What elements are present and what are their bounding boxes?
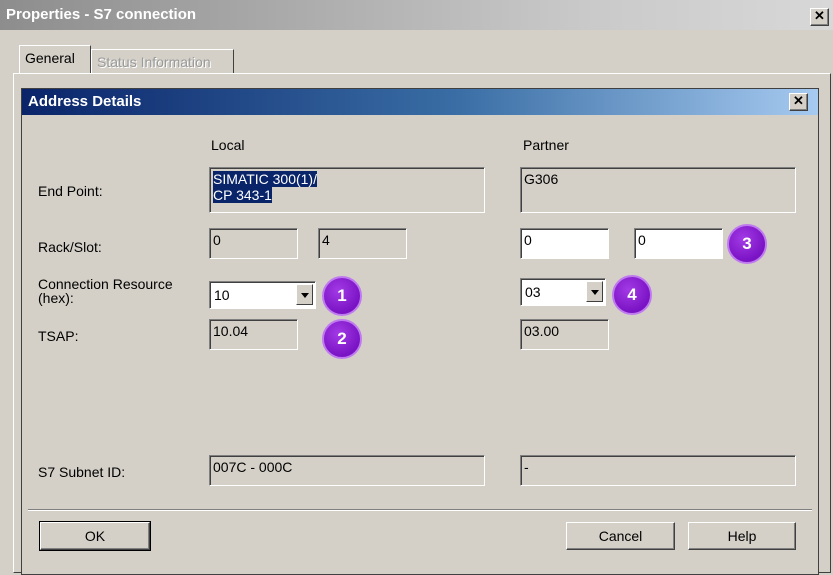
local-end-point-field[interactable]: SIMATIC 300(1)/ CP 343-1 [209, 167, 485, 213]
dialog-title: Address Details [28, 93, 142, 110]
local-subnet-id-field[interactable]: 007C - 000C [209, 455, 485, 486]
partner-connection-resource-value: 03 [525, 284, 541, 300]
dialog-titlebar [22, 89, 818, 115]
chevron-down-icon[interactable] [586, 281, 603, 302]
s7-subnet-id-label: S7 Subnet ID: [38, 464, 126, 480]
dialog-close-icon[interactable]: ✕ [789, 93, 808, 111]
partner-slot-input[interactable]: 0 [634, 228, 723, 259]
rack-slot-label: Rack/Slot: [38, 239, 102, 255]
address-details-dialog [21, 88, 819, 575]
local-slot-field[interactable]: 4 [318, 228, 407, 259]
column-header-partner: Partner [523, 137, 569, 153]
tab-general[interactable]: General [19, 45, 91, 73]
chevron-down-icon[interactable] [296, 284, 313, 305]
ok-button[interactable]: OK [39, 521, 151, 551]
connection-resource-label-line1: Connection Resource [38, 276, 173, 292]
local-rack-field[interactable]: 0 [209, 228, 298, 259]
column-header-local: Local [211, 137, 245, 153]
window-close-icon[interactable]: ✕ [810, 8, 829, 26]
local-connection-resource-value: 10 [214, 287, 230, 303]
local-connection-resource-select[interactable]: 10 [209, 281, 316, 309]
tab-status-information[interactable]: Status Information [91, 49, 234, 73]
partner-rack-input[interactable]: 0 [520, 228, 609, 259]
callout-badge-4: 4 [612, 275, 652, 315]
partner-subnet-id-field[interactable]: - [520, 455, 796, 486]
help-button[interactable]: Help [688, 522, 796, 550]
callout-badge-1: 1 [322, 276, 362, 316]
callout-badge-3: 3 [727, 224, 767, 264]
cancel-button[interactable]: Cancel [566, 522, 675, 550]
callout-badge-2: 2 [322, 319, 362, 359]
connection-resource-label: Connection Resource (hex): [38, 277, 173, 305]
window-title: Properties - S7 connection [6, 6, 197, 23]
end-point-label: End Point: [38, 183, 103, 199]
partner-tsap-field[interactable]: 03.00 [520, 319, 609, 350]
tsap-label: TSAP: [38, 328, 79, 344]
local-end-point-line1: SIMATIC 300(1)/ [213, 171, 317, 187]
connection-resource-label-line2: (hex): [38, 290, 74, 306]
partner-end-point-field[interactable]: G306 [520, 167, 796, 213]
local-tsap-field[interactable]: 10.04 [209, 319, 298, 350]
partner-connection-resource-select[interactable]: 03 [520, 278, 606, 306]
separator-highlight [28, 510, 812, 511]
local-end-point-line2: CP 343-1 [213, 187, 272, 203]
